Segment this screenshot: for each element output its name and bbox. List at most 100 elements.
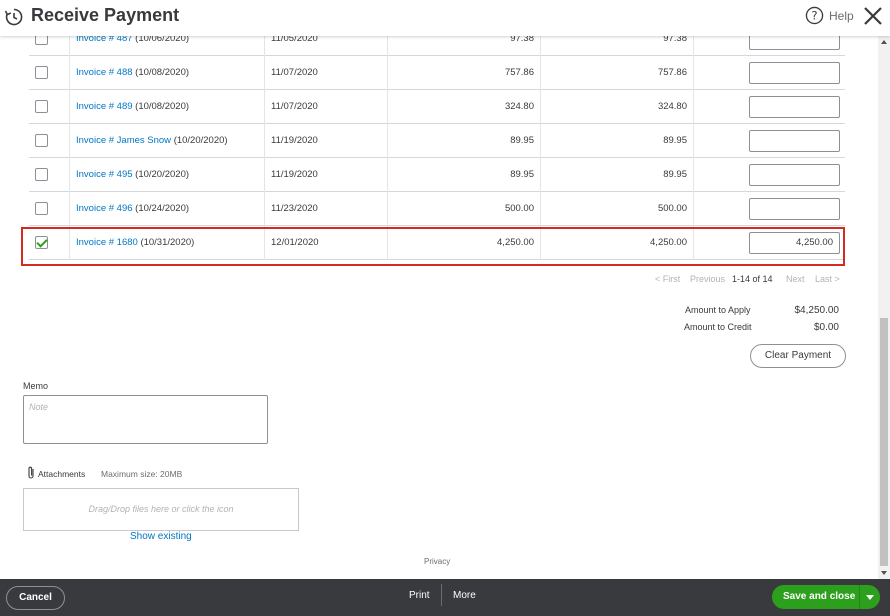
row-select-cell bbox=[29, 124, 70, 158]
original-amount: 4,250.00 bbox=[388, 226, 541, 260]
row-select-cell bbox=[29, 56, 70, 90]
row-checkbox[interactable] bbox=[35, 134, 48, 147]
payment-cell bbox=[694, 124, 845, 158]
footer-divider bbox=[441, 584, 442, 606]
invoice-link[interactable]: Invoice # 1680 bbox=[76, 237, 138, 248]
amount-to-apply-value: $4,250.00 bbox=[794, 305, 840, 316]
footer-bar: Cancel Print More Save and close bbox=[0, 579, 890, 616]
description-cell: Invoice # 1680 (10/31/2020) bbox=[70, 226, 265, 260]
attachments-label: Attachments bbox=[38, 469, 86, 479]
help-link[interactable]: Help bbox=[829, 9, 854, 23]
invoice-link[interactable]: Invoice # 495 bbox=[76, 169, 133, 180]
clear-payment-button[interactable]: Clear Payment bbox=[750, 344, 846, 368]
table-row: Invoice # 488 (10/08/2020) 11/07/2020 75… bbox=[29, 56, 845, 90]
payment-cell bbox=[694, 192, 845, 226]
table-row: Invoice # James Snow (10/20/2020) 11/19/… bbox=[29, 124, 845, 158]
open-balance: 4,250.00 bbox=[541, 226, 694, 260]
row-checkbox[interactable] bbox=[35, 202, 48, 215]
history-icon[interactable] bbox=[4, 7, 24, 27]
invoice-link[interactable]: Invoice # James Snow bbox=[76, 135, 171, 146]
pager-last[interactable]: Last > bbox=[815, 274, 840, 284]
show-existing-link[interactable]: Show existing bbox=[130, 531, 192, 542]
pager-first[interactable]: < First bbox=[655, 274, 680, 284]
due-date: 11/23/2020 bbox=[265, 192, 388, 226]
row-select-cell bbox=[29, 90, 70, 124]
due-date: 11/07/2020 bbox=[265, 90, 388, 124]
open-balance: 500.00 bbox=[541, 192, 694, 226]
due-date: 12/01/2020 bbox=[265, 226, 388, 260]
invoice-date: (10/20/2020) bbox=[135, 169, 190, 180]
original-amount: 324.80 bbox=[388, 90, 541, 124]
page-header: Receive Payment ? Help bbox=[0, 0, 890, 36]
payment-input[interactable]: 4,250.00 bbox=[749, 232, 840, 254]
attachment-drop-zone[interactable]: Drag/Drop files here or click the icon bbox=[23, 488, 299, 531]
pager-range: 1-14 of 14 bbox=[732, 274, 773, 284]
memo-label: Memo bbox=[23, 381, 49, 391]
memo-input[interactable]: Note bbox=[23, 395, 268, 444]
row-checkbox-checked[interactable] bbox=[35, 236, 48, 249]
more-button[interactable]: More bbox=[453, 590, 476, 601]
row-select-cell bbox=[29, 226, 70, 260]
save-and-close-button[interactable]: Save and close bbox=[772, 585, 880, 609]
original-amount: 89.95 bbox=[388, 158, 541, 192]
cancel-button[interactable]: Cancel bbox=[6, 586, 65, 610]
invoice-date: (10/08/2020) bbox=[135, 101, 190, 112]
page-title: Receive Payment bbox=[31, 5, 180, 25]
print-button[interactable]: Print bbox=[409, 590, 430, 601]
payment-input[interactable] bbox=[749, 164, 840, 186]
invoice-link[interactable]: Invoice # 488 bbox=[76, 67, 133, 78]
save-split-divider bbox=[859, 585, 860, 609]
row-checkbox[interactable] bbox=[35, 100, 48, 113]
open-balance: 324.80 bbox=[541, 90, 694, 124]
payment-input[interactable] bbox=[749, 96, 840, 118]
payment-input[interactable] bbox=[749, 130, 840, 152]
paperclip-icon[interactable] bbox=[26, 466, 36, 480]
open-balance: 757.86 bbox=[541, 56, 694, 90]
close-icon[interactable] bbox=[863, 6, 883, 26]
table-row: Invoice # 1680 (10/31/2020) 12/01/2020 4… bbox=[29, 226, 845, 260]
row-select-cell bbox=[29, 192, 70, 226]
scrollbar-thumb[interactable] bbox=[880, 318, 888, 566]
pager-previous[interactable]: Previous bbox=[690, 274, 725, 284]
description-cell: Invoice # 496 (10/24/2020) bbox=[70, 192, 265, 226]
invoice-date: (10/24/2020) bbox=[135, 203, 190, 214]
attachments-max-size: Maximum size: 20MB bbox=[101, 469, 183, 479]
scroll-up-arrow-icon[interactable] bbox=[880, 38, 888, 46]
due-date: 11/07/2020 bbox=[265, 56, 388, 90]
payment-cell bbox=[694, 158, 845, 192]
invoice-date: (10/20/2020) bbox=[173, 135, 228, 146]
amount-to-apply-label: Amount to Apply bbox=[685, 305, 751, 315]
help-icon[interactable]: ? bbox=[805, 6, 824, 25]
scroll-down-arrow-icon[interactable] bbox=[880, 569, 888, 577]
privacy-link[interactable]: Privacy bbox=[424, 557, 450, 566]
row-checkbox[interactable] bbox=[35, 66, 48, 79]
open-balance: 89.95 bbox=[541, 124, 694, 158]
amount-to-credit-value: $0.00 bbox=[813, 322, 839, 333]
save-and-close-label: Save and close bbox=[783, 591, 856, 602]
invoice-date: (10/08/2020) bbox=[135, 67, 190, 78]
invoice-date: (10/31/2020) bbox=[140, 237, 195, 248]
original-amount: 500.00 bbox=[388, 192, 541, 226]
memo-placeholder: Note bbox=[29, 402, 49, 412]
description-cell: Invoice # James Snow (10/20/2020) bbox=[70, 124, 265, 158]
payment-cell bbox=[694, 90, 845, 124]
table-row: Invoice # 495 (10/20/2020) 11/19/2020 89… bbox=[29, 158, 845, 192]
open-balance: 89.95 bbox=[541, 158, 694, 192]
payment-input[interactable] bbox=[749, 62, 840, 84]
invoice-link[interactable]: Invoice # 496 bbox=[76, 203, 133, 214]
description-cell: Invoice # 488 (10/08/2020) bbox=[70, 56, 265, 90]
chevron-down-icon[interactable] bbox=[866, 595, 874, 600]
svg-text:?: ? bbox=[811, 9, 817, 23]
table-row: Invoice # 489 (10/08/2020) 11/07/2020 32… bbox=[29, 90, 845, 124]
payment-cell: 4,250.00 bbox=[694, 226, 845, 260]
payment-input[interactable] bbox=[749, 198, 840, 220]
description-cell: Invoice # 495 (10/20/2020) bbox=[70, 158, 265, 192]
description-cell: Invoice # 489 (10/08/2020) bbox=[70, 90, 265, 124]
pager-next[interactable]: Next bbox=[786, 274, 805, 284]
payment-cell bbox=[694, 56, 845, 90]
due-date: 11/19/2020 bbox=[265, 158, 388, 192]
row-select-cell bbox=[29, 158, 70, 192]
row-checkbox[interactable] bbox=[35, 168, 48, 181]
original-amount: 89.95 bbox=[388, 124, 541, 158]
invoice-link[interactable]: Invoice # 489 bbox=[76, 101, 133, 112]
